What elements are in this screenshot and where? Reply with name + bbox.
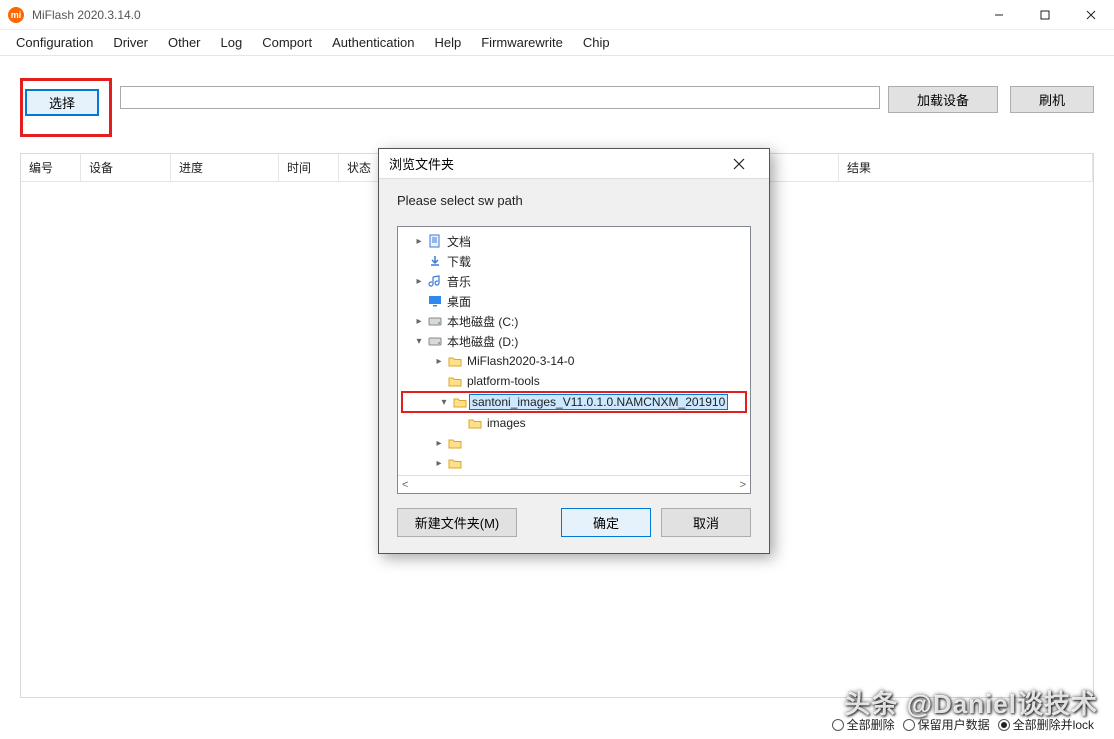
expander-icon[interactable]: ▸ xyxy=(412,276,426,287)
action-row: 选择 加载设备 刷机 xyxy=(0,56,1114,147)
maximize-button[interactable] xyxy=(1022,0,1068,30)
tree-label xyxy=(464,442,470,444)
menu-driver[interactable]: Driver xyxy=(103,32,158,53)
th-result[interactable]: 结果 xyxy=(839,154,1093,181)
music-icon xyxy=(426,274,444,288)
path-input[interactable] xyxy=(120,86,880,109)
folder-icon xyxy=(446,436,464,450)
folder-icon xyxy=(466,416,484,430)
tree-row[interactable]: ▸ xyxy=(398,433,750,453)
radio-clean-all-lock[interactable]: 全部删除并lock xyxy=(998,716,1094,733)
menu-help[interactable]: Help xyxy=(424,32,471,53)
radio-save-user-data[interactable]: 保留用户数据 xyxy=(903,716,990,733)
tree-row[interactable]: ▾ santoni_images_V11.0.1.0.NAMCNXM_201910 xyxy=(401,391,747,413)
load-devices-button[interactable]: 加载设备 xyxy=(888,86,998,113)
menu-configuration[interactable]: Configuration xyxy=(6,32,103,53)
dl-icon xyxy=(426,254,444,268)
expander-icon[interactable]: ▸ xyxy=(412,316,426,327)
tree-label: santoni_images_V11.0.1.0.NAMCNXM_201910 xyxy=(469,394,728,410)
tree-row[interactable]: ▸ 本地磁盘 (C:) xyxy=(398,311,750,331)
folder-tree[interactable]: ▸ 文档下载 ▸ 音乐桌面 ▸ 本地磁盘 (C:) ▾ 本地磁盘 (D:) ▸ MiFlash20… xyxy=(397,226,751,494)
dialog-close-button[interactable] xyxy=(719,150,759,178)
radio-save-user-data-label: 保留用户数据 xyxy=(918,716,990,733)
dialog-prompt: Please select sw path xyxy=(397,193,751,208)
titlebar: mi MiFlash 2020.3.14.0 xyxy=(0,0,1114,30)
folder-icon xyxy=(446,456,464,470)
ok-button[interactable]: 确定 xyxy=(561,508,651,537)
app-icon: mi xyxy=(8,7,24,23)
tree-label xyxy=(464,462,470,464)
tree-row[interactable]: ▸ MiFlash2020-3-14-0 xyxy=(398,351,750,371)
menu-chip[interactable]: Chip xyxy=(573,32,620,53)
tree-label: 本地磁盘 (C:) xyxy=(444,312,521,331)
menu-comport[interactable]: Comport xyxy=(252,32,322,53)
tree-row[interactable]: ▸ 音乐 xyxy=(398,271,750,291)
window-buttons xyxy=(976,0,1114,30)
scroll-left-icon[interactable]: < xyxy=(402,479,408,491)
tree-row[interactable]: 桌面 xyxy=(398,291,750,311)
radio-clean-all[interactable]: 全部删除 xyxy=(832,716,895,733)
tree-label: MiFlash2020-3-14-0 xyxy=(464,353,577,369)
expander-icon[interactable]: ▾ xyxy=(437,397,451,408)
close-button[interactable] xyxy=(1068,0,1114,30)
dialog-button-row: 新建文件夹(M) 确定 取消 xyxy=(397,508,751,537)
tree-label: images xyxy=(484,415,529,431)
tree-row[interactable]: 下载 xyxy=(398,251,750,271)
horizontal-scrollbar[interactable]: < > xyxy=(398,475,750,493)
folder-icon xyxy=(446,374,464,388)
expander-icon[interactable]: ▸ xyxy=(412,236,426,247)
menubar: Configuration Driver Other Log Comport A… xyxy=(0,30,1114,56)
flash-options: 全部删除 保留用户数据 全部删除并lock xyxy=(832,716,1094,733)
th-progress[interactable]: 进度 xyxy=(171,154,279,181)
tree-row[interactable]: ▸ 文档 xyxy=(398,231,750,251)
tree-row[interactable]: ▸ xyxy=(398,453,750,473)
menu-firmwarewrite[interactable]: Firmwarewrite xyxy=(471,32,573,53)
minimize-button[interactable] xyxy=(976,0,1022,30)
radio-clean-all-label: 全部删除 xyxy=(847,716,895,733)
tree-label: 下载 xyxy=(444,252,474,271)
drive-icon xyxy=(426,314,444,328)
scroll-right-icon[interactable]: > xyxy=(740,479,746,491)
drive-icon xyxy=(426,334,444,348)
right-buttons: 加载设备 刷机 xyxy=(888,86,1094,113)
menu-log[interactable]: Log xyxy=(211,32,253,53)
tree-row[interactable]: images xyxy=(398,413,750,433)
tree-row[interactable]: ▾ 本地磁盘 (D:) xyxy=(398,331,750,351)
cancel-button[interactable]: 取消 xyxy=(661,508,751,537)
menu-other[interactable]: Other xyxy=(158,32,211,53)
tree-label: 本地磁盘 (D:) xyxy=(444,332,521,351)
desktop-icon xyxy=(426,294,444,308)
dialog-title: 浏览文件夹 xyxy=(389,154,454,173)
select-button-highlight: 选择 xyxy=(20,78,112,137)
flash-button[interactable]: 刷机 xyxy=(1010,86,1094,113)
dialog-titlebar[interactable]: 浏览文件夹 xyxy=(379,149,769,179)
tree-label: 桌面 xyxy=(444,292,474,311)
dialog-body: Please select sw path ▸ 文档下载 ▸ 音乐桌面 ▸ 本地磁盘 (C… xyxy=(379,179,769,553)
expander-icon[interactable]: ▸ xyxy=(432,438,446,449)
expander-icon[interactable]: ▸ xyxy=(432,458,446,469)
th-time[interactable]: 时间 xyxy=(279,154,339,181)
window-title: MiFlash 2020.3.14.0 xyxy=(32,8,141,22)
tree-row[interactable]: platform-tools xyxy=(398,371,750,391)
new-folder-button[interactable]: 新建文件夹(M) xyxy=(397,508,517,537)
folder-icon xyxy=(446,354,464,368)
browse-folder-dialog: 浏览文件夹 Please select sw path ▸ 文档下载 ▸ 音乐桌面 ▸ 本… xyxy=(378,148,770,554)
expander-icon[interactable]: ▸ xyxy=(432,356,446,367)
tree-label: 音乐 xyxy=(444,272,474,291)
doc-icon xyxy=(426,234,444,248)
th-id[interactable]: 编号 xyxy=(21,154,81,181)
select-button[interactable]: 选择 xyxy=(25,89,99,116)
tree-label: 文档 xyxy=(444,232,474,251)
menu-authentication[interactable]: Authentication xyxy=(322,32,424,53)
folder-icon xyxy=(451,395,469,409)
expander-icon[interactable]: ▾ xyxy=(412,336,426,347)
tree-label: platform-tools xyxy=(464,373,543,389)
radio-clean-all-lock-label: 全部删除并lock xyxy=(1013,716,1094,733)
th-device[interactable]: 设备 xyxy=(81,154,171,181)
